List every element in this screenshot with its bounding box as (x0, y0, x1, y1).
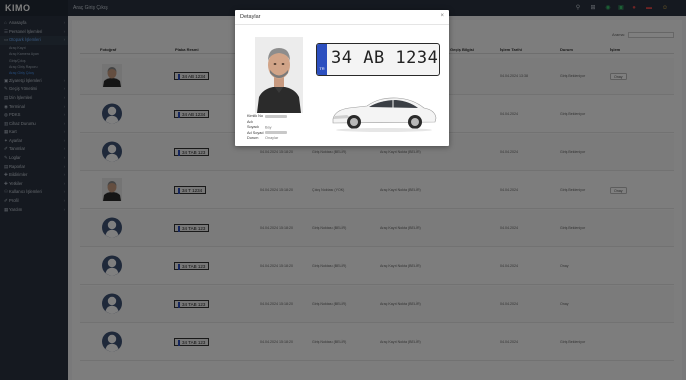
redacted-value (265, 114, 287, 118)
redacted-value (265, 131, 287, 134)
details-modal: Detaylar × TR 34 AB 1234 Kimlik No Adı S… (235, 10, 449, 146)
info-label: Durum (247, 136, 259, 140)
car-image (327, 89, 439, 134)
plate-number: 34 AB 1234 (331, 48, 439, 68)
info-value: Onaylar (265, 136, 279, 140)
info-row: Durum Onaylar (247, 136, 287, 142)
info-row: Adı Soyadı Bay (247, 120, 287, 131)
person-photo (255, 37, 303, 113)
modal-header: Detaylar × (235, 10, 449, 25)
plate-country-band: TR (317, 44, 327, 75)
driver-info: Kimlik No Adı Soyadı Bay Ad Soyad Durum Onayl… (247, 114, 287, 142)
info-label: Adı Soyadı (247, 119, 259, 130)
modal-title: Detaylar (240, 14, 261, 20)
close-icon[interactable]: × (440, 13, 444, 19)
license-plate-image: TR 34 AB 1234 (316, 43, 440, 76)
info-value: Bay (265, 125, 272, 129)
